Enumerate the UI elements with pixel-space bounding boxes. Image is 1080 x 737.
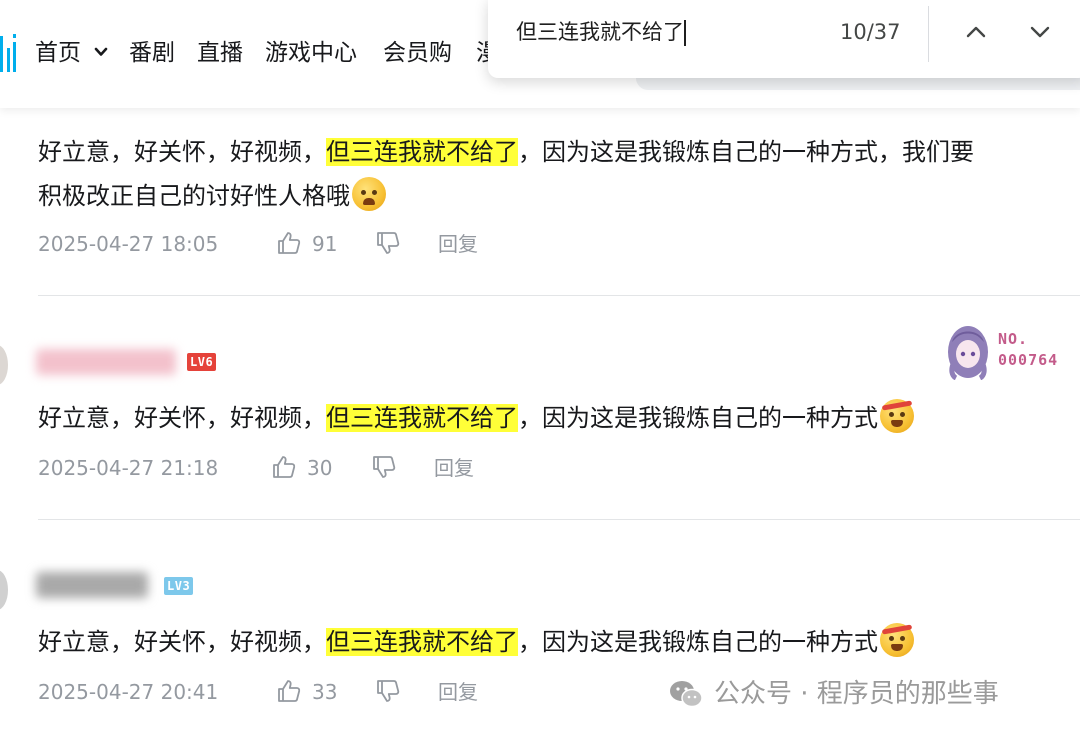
search-highlight: 但三连我就不给了 xyxy=(326,628,518,656)
match-count: 10/37 xyxy=(840,20,901,44)
watermark-text: 公众号 · 程序员的那些事 xyxy=(714,679,999,709)
comment-date: 2025-04-27 20:41 xyxy=(38,680,219,704)
avatar[interactable] xyxy=(0,345,8,385)
nav-item-live[interactable]: 直播 xyxy=(197,36,243,70)
reply-button[interactable]: 回复 xyxy=(438,676,478,708)
page: 首页 番剧 直播 游戏中心 会员购 漫 但三连我就不给了 10/37 好立意，好… xyxy=(0,0,1080,737)
nav-item-anime[interactable]: 番剧 xyxy=(129,36,175,70)
level-badge: LV6 xyxy=(187,353,217,371)
comment-text: ，因为这是我锻炼自己的一种方式 xyxy=(518,628,878,656)
wechat-icon xyxy=(670,681,703,708)
find-input[interactable]: 但三连我就不给了 xyxy=(516,14,684,50)
thumbs-down-icon[interactable] xyxy=(375,678,401,704)
comment-date: 2025-04-27 18:05 xyxy=(38,232,219,256)
nav-item-member-shop[interactable]: 会员购 xyxy=(383,36,452,70)
comment-text: 好立意，好关怀，好视频， xyxy=(38,404,326,432)
shocked-face-emoji-icon xyxy=(352,177,386,211)
chevron-up-icon[interactable] xyxy=(962,18,990,46)
comment-divider xyxy=(38,295,1080,296)
search-highlight: 但三连我就不给了 xyxy=(326,138,518,166)
thumbs-up-icon[interactable] xyxy=(276,230,302,256)
thumbs-up-icon[interactable] xyxy=(276,678,302,704)
comment-text: 好立意，好关怀，好视频， xyxy=(38,628,326,656)
comment-text: 积极改正自己的讨好性人格哦 xyxy=(38,182,350,210)
level-badge: LV3 xyxy=(164,577,194,595)
find-in-page-bar: 但三连我就不给了 10/37 xyxy=(488,0,1080,78)
like-count: 91 xyxy=(312,232,338,256)
bilibili-logo-icon[interactable] xyxy=(0,34,18,74)
angry-face-emoji-icon xyxy=(880,623,914,657)
comment-text: 好立意，好关怀，好视频， xyxy=(38,138,326,166)
thumbs-down-icon[interactable] xyxy=(375,230,401,256)
username-blurred[interactable] xyxy=(36,572,148,598)
angry-face-emoji-icon xyxy=(880,399,914,433)
thumbs-up-icon[interactable] xyxy=(271,454,297,480)
fan-badge-number: 000764 xyxy=(998,351,1059,369)
like-count: 30 xyxy=(307,456,333,480)
comment-text: ，因为这是我锻炼自己的一种方式，我们要 xyxy=(518,138,974,166)
fan-badge-label: NO. xyxy=(998,330,1029,348)
comment-text-line: 好立意，好关怀，好视频，但三连我就不给了，因为这是我锻炼自己的一种方式，我们要 xyxy=(38,132,974,172)
comment-divider xyxy=(38,519,1080,520)
nav-item-home[interactable]: 首页 xyxy=(35,36,81,70)
search-highlight: 但三连我就不给了 xyxy=(326,404,518,432)
comment-text-line: 好立意，好关怀，好视频，但三连我就不给了，因为这是我锻炼自己的一种方式 xyxy=(38,398,914,438)
avatar[interactable] xyxy=(0,570,8,610)
username-blurred[interactable] xyxy=(36,349,176,375)
chevron-down-icon[interactable] xyxy=(94,46,108,58)
nav-item-game-center[interactable]: 游戏中心 xyxy=(265,36,357,70)
thumbs-down-icon[interactable] xyxy=(371,454,397,480)
findbar-divider xyxy=(928,6,929,62)
comment-text: ，因为这是我锻炼自己的一种方式 xyxy=(518,404,878,432)
chevron-down-icon[interactable] xyxy=(1026,18,1054,46)
comment-date: 2025-04-27 21:18 xyxy=(38,456,219,480)
reply-button[interactable]: 回复 xyxy=(438,228,478,260)
comment-text-line: 积极改正自己的讨好性人格哦 xyxy=(38,176,386,216)
text-caret xyxy=(684,20,686,46)
fan-badge[interactable]: NO. 000764 xyxy=(940,322,1080,382)
comment-text-line: 好立意，好关怀，好视频，但三连我就不给了，因为这是我锻炼自己的一种方式 xyxy=(38,622,914,662)
like-count: 33 xyxy=(312,680,338,704)
anime-girl-avatar-icon xyxy=(948,326,988,380)
reply-button[interactable]: 回复 xyxy=(434,452,474,484)
